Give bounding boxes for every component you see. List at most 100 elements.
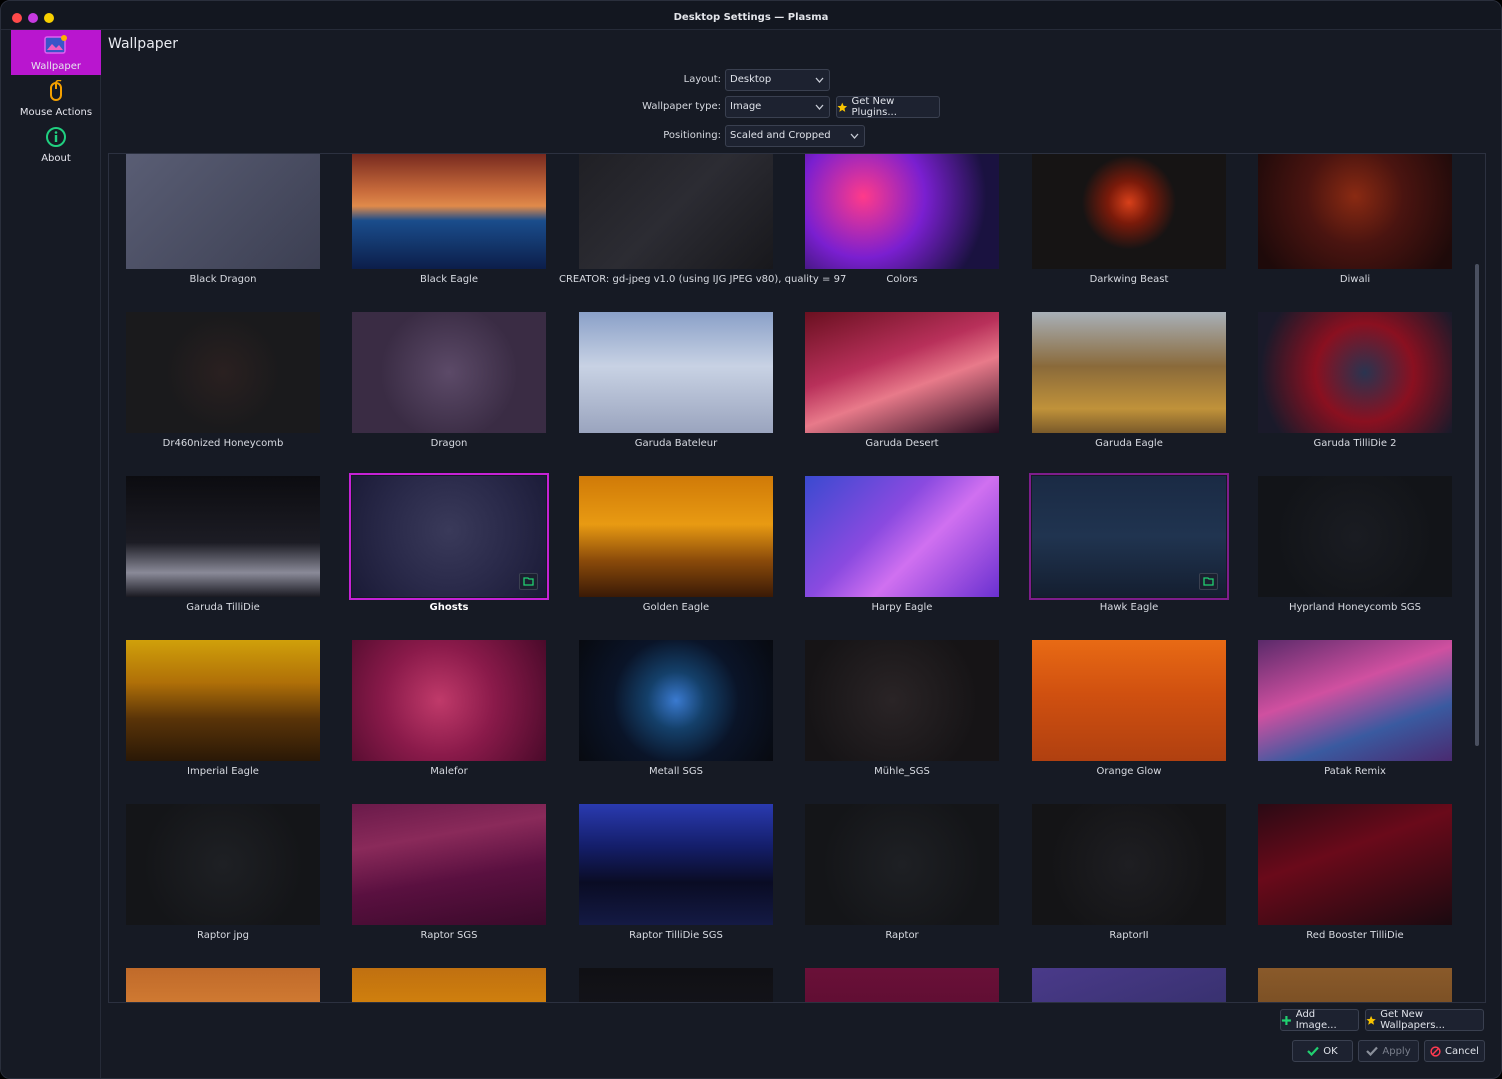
wallpaper-thumbnail[interactable] — [349, 473, 549, 600]
wallpaper-thumbnail[interactable] — [126, 154, 320, 269]
wallpaper-tile[interactable]: RaptorII — [1032, 804, 1226, 954]
wallpaper-thumbnail[interactable] — [579, 968, 773, 1002]
ok-button[interactable]: OK — [1292, 1040, 1353, 1062]
positioning-select[interactable]: Scaled and Cropped — [725, 125, 865, 147]
wallpaper-thumbnail[interactable] — [1029, 473, 1229, 600]
wallpaper-tile[interactable]: Malefor — [352, 640, 546, 790]
positioning-value: Scaled and Cropped — [730, 130, 831, 141]
cancel-button[interactable]: Cancel — [1424, 1040, 1485, 1062]
checkmark-icon — [1307, 1046, 1320, 1056]
wallpaper-thumbnail[interactable] — [1258, 312, 1452, 433]
wallpaper-thumbnail[interactable] — [1032, 640, 1226, 761]
wallpaper-tile[interactable] — [805, 968, 999, 1002]
wallpaper-thumbnail[interactable] — [1032, 804, 1226, 925]
wallpaper-tile[interactable]: Black Eagle — [352, 154, 546, 298]
wallpaper-tile[interactable]: Garuda Desert — [805, 312, 999, 462]
wallpaper-tile[interactable]: Diwali — [1258, 154, 1452, 298]
wallpaper-thumbnail[interactable] — [1258, 804, 1452, 925]
wallpaper-thumbnail[interactable] — [579, 804, 773, 925]
wallpaper-caption: Black Dragon — [189, 274, 257, 285]
wallpaper-thumbnail[interactable] — [126, 476, 320, 597]
wallpaper-thumbnail[interactable] — [1258, 154, 1452, 269]
chevron-down-icon — [850, 133, 859, 139]
get-new-plugins-button[interactable]: Get New Plugins... — [836, 96, 940, 118]
wallpaper-caption: Hyprland Honeycomb SGS — [1288, 602, 1422, 613]
sidebar-item-wallpaper[interactable]: Wallpaper — [11, 30, 101, 75]
wallpaper-tile[interactable] — [1258, 968, 1452, 1002]
wallpaper-thumbnail[interactable] — [126, 312, 320, 433]
grid-scrollbar[interactable] — [1475, 264, 1479, 746]
wallpaper-tile[interactable]: Hawk Eagle — [1029, 473, 1229, 626]
wallpaper-thumbnail[interactable] — [805, 312, 999, 433]
wallpaper-tile[interactable]: Raptor TilliDie SGS — [579, 804, 773, 954]
wallpaper-thumbnail[interactable] — [352, 640, 546, 761]
wallpaper-tile[interactable] — [126, 968, 320, 1002]
wallpaper-thumbnail[interactable] — [1258, 968, 1452, 1002]
sidebar-item-about[interactable]: About — [11, 122, 101, 167]
wallpaper-tile[interactable]: Patak Remix — [1258, 640, 1452, 790]
wallpaper-tile[interactable] — [1032, 968, 1226, 1002]
layout-select[interactable]: Desktop — [725, 69, 830, 91]
wallpaper-thumbnail[interactable] — [805, 154, 999, 269]
open-folder-button[interactable] — [519, 573, 538, 590]
get-new-wallpapers-button[interactable]: Get New Wallpapers... — [1365, 1009, 1484, 1031]
wallpaper-tile[interactable]: Dr460nized Honeycomb — [126, 312, 320, 462]
wallpaper-tile[interactable]: Hyprland Honeycomb SGS — [1258, 476, 1452, 626]
open-folder-button[interactable] — [1199, 573, 1218, 590]
wallpaper-tile[interactable]: Mühle_SGS — [805, 640, 999, 790]
wallpaper-tile[interactable]: Garuda TilliDie 2 — [1258, 312, 1452, 462]
add-image-label: Add Image... — [1295, 1009, 1337, 1031]
wallpaper-tile[interactable]: Garuda Eagle — [1032, 312, 1226, 462]
wallpaper-thumbnail[interactable] — [1258, 640, 1452, 761]
sidebar-item-mouse-actions[interactable]: Mouse Actions — [11, 76, 101, 121]
wallpaper-tile[interactable] — [352, 968, 546, 1002]
wallpaper-tile[interactable]: Imperial Eagle — [126, 640, 320, 790]
wallpaper-thumbnail[interactable] — [805, 640, 999, 761]
wallpaper-thumbnail[interactable] — [579, 476, 773, 597]
wallpaper-thumbnail[interactable] — [1032, 312, 1226, 433]
wallpaper-thumbnail[interactable] — [126, 804, 320, 925]
wallpaper-tile[interactable]: CREATOR: gd-jpeg v1.0 (using IJG JPEG v8… — [559, 154, 846, 298]
wallpaper-thumbnail[interactable] — [579, 312, 773, 433]
wallpaper-tile[interactable] — [579, 968, 773, 1002]
wallpaper-tile[interactable]: Garuda Bateleur — [579, 312, 773, 462]
sidebar: Wallpaper Mouse Actions About — [1, 30, 101, 1078]
wallpaper-caption: Harpy Eagle — [871, 602, 933, 613]
wallpaper-thumbnail[interactable] — [352, 804, 546, 925]
wallpaper-thumbnail[interactable] — [126, 640, 320, 761]
wallpaper-tile[interactable]: Raptor SGS — [352, 804, 546, 954]
wallpaper-type-select[interactable]: Image — [725, 96, 830, 118]
wallpaper-tile[interactable]: Garuda TilliDie — [126, 476, 320, 626]
wallpaper-tile[interactable]: Raptor jpg — [126, 804, 320, 954]
wallpaper-thumbnail[interactable] — [126, 968, 320, 1002]
wallpaper-tile[interactable]: Harpy Eagle — [805, 476, 999, 626]
folder-icon — [1203, 577, 1214, 586]
wallpaper-tile[interactable]: Ghosts — [349, 473, 549, 626]
folder-icon — [523, 577, 534, 586]
wallpaper-thumbnail[interactable] — [1032, 968, 1226, 1002]
wallpaper-tile[interactable]: Orange Glow — [1032, 640, 1226, 790]
wallpaper-thumbnail[interactable] — [579, 154, 773, 269]
wallpaper-thumbnail[interactable] — [805, 804, 999, 925]
apply-button[interactable]: Apply — [1358, 1040, 1419, 1062]
wallpaper-tile[interactable]: Golden Eagle — [579, 476, 773, 626]
main-content: Wallpaper Layout: Desktop Wallpaper type… — [101, 30, 1501, 1078]
wallpaper-thumbnail[interactable] — [352, 312, 546, 433]
wallpaper-tile[interactable]: Red Booster TilliDie — [1258, 804, 1452, 954]
info-icon — [46, 127, 66, 147]
wallpaper-tile[interactable]: Dragon — [352, 312, 546, 462]
wallpaper-thumbnail[interactable] — [805, 476, 999, 597]
settings-window: Desktop Settings — Plasma Wallpaper Mous… — [0, 0, 1502, 1079]
wallpaper-thumbnail[interactable] — [805, 968, 999, 1002]
wallpaper-tile[interactable]: Metall SGS — [579, 640, 773, 790]
wallpaper-thumbnail[interactable] — [1258, 476, 1452, 597]
wallpaper-thumbnail[interactable] — [352, 154, 546, 269]
wallpaper-tile[interactable]: Black Dragon — [126, 154, 320, 298]
wallpaper-tile[interactable]: Colors — [805, 154, 999, 298]
wallpaper-tile[interactable]: Darkwing Beast — [1032, 154, 1226, 298]
wallpaper-thumbnail[interactable] — [1032, 154, 1226, 269]
wallpaper-tile[interactable]: Raptor — [805, 804, 999, 954]
wallpaper-thumbnail[interactable] — [352, 968, 546, 1002]
add-image-button[interactable]: Add Image... — [1280, 1009, 1359, 1031]
wallpaper-thumbnail[interactable] — [579, 640, 773, 761]
